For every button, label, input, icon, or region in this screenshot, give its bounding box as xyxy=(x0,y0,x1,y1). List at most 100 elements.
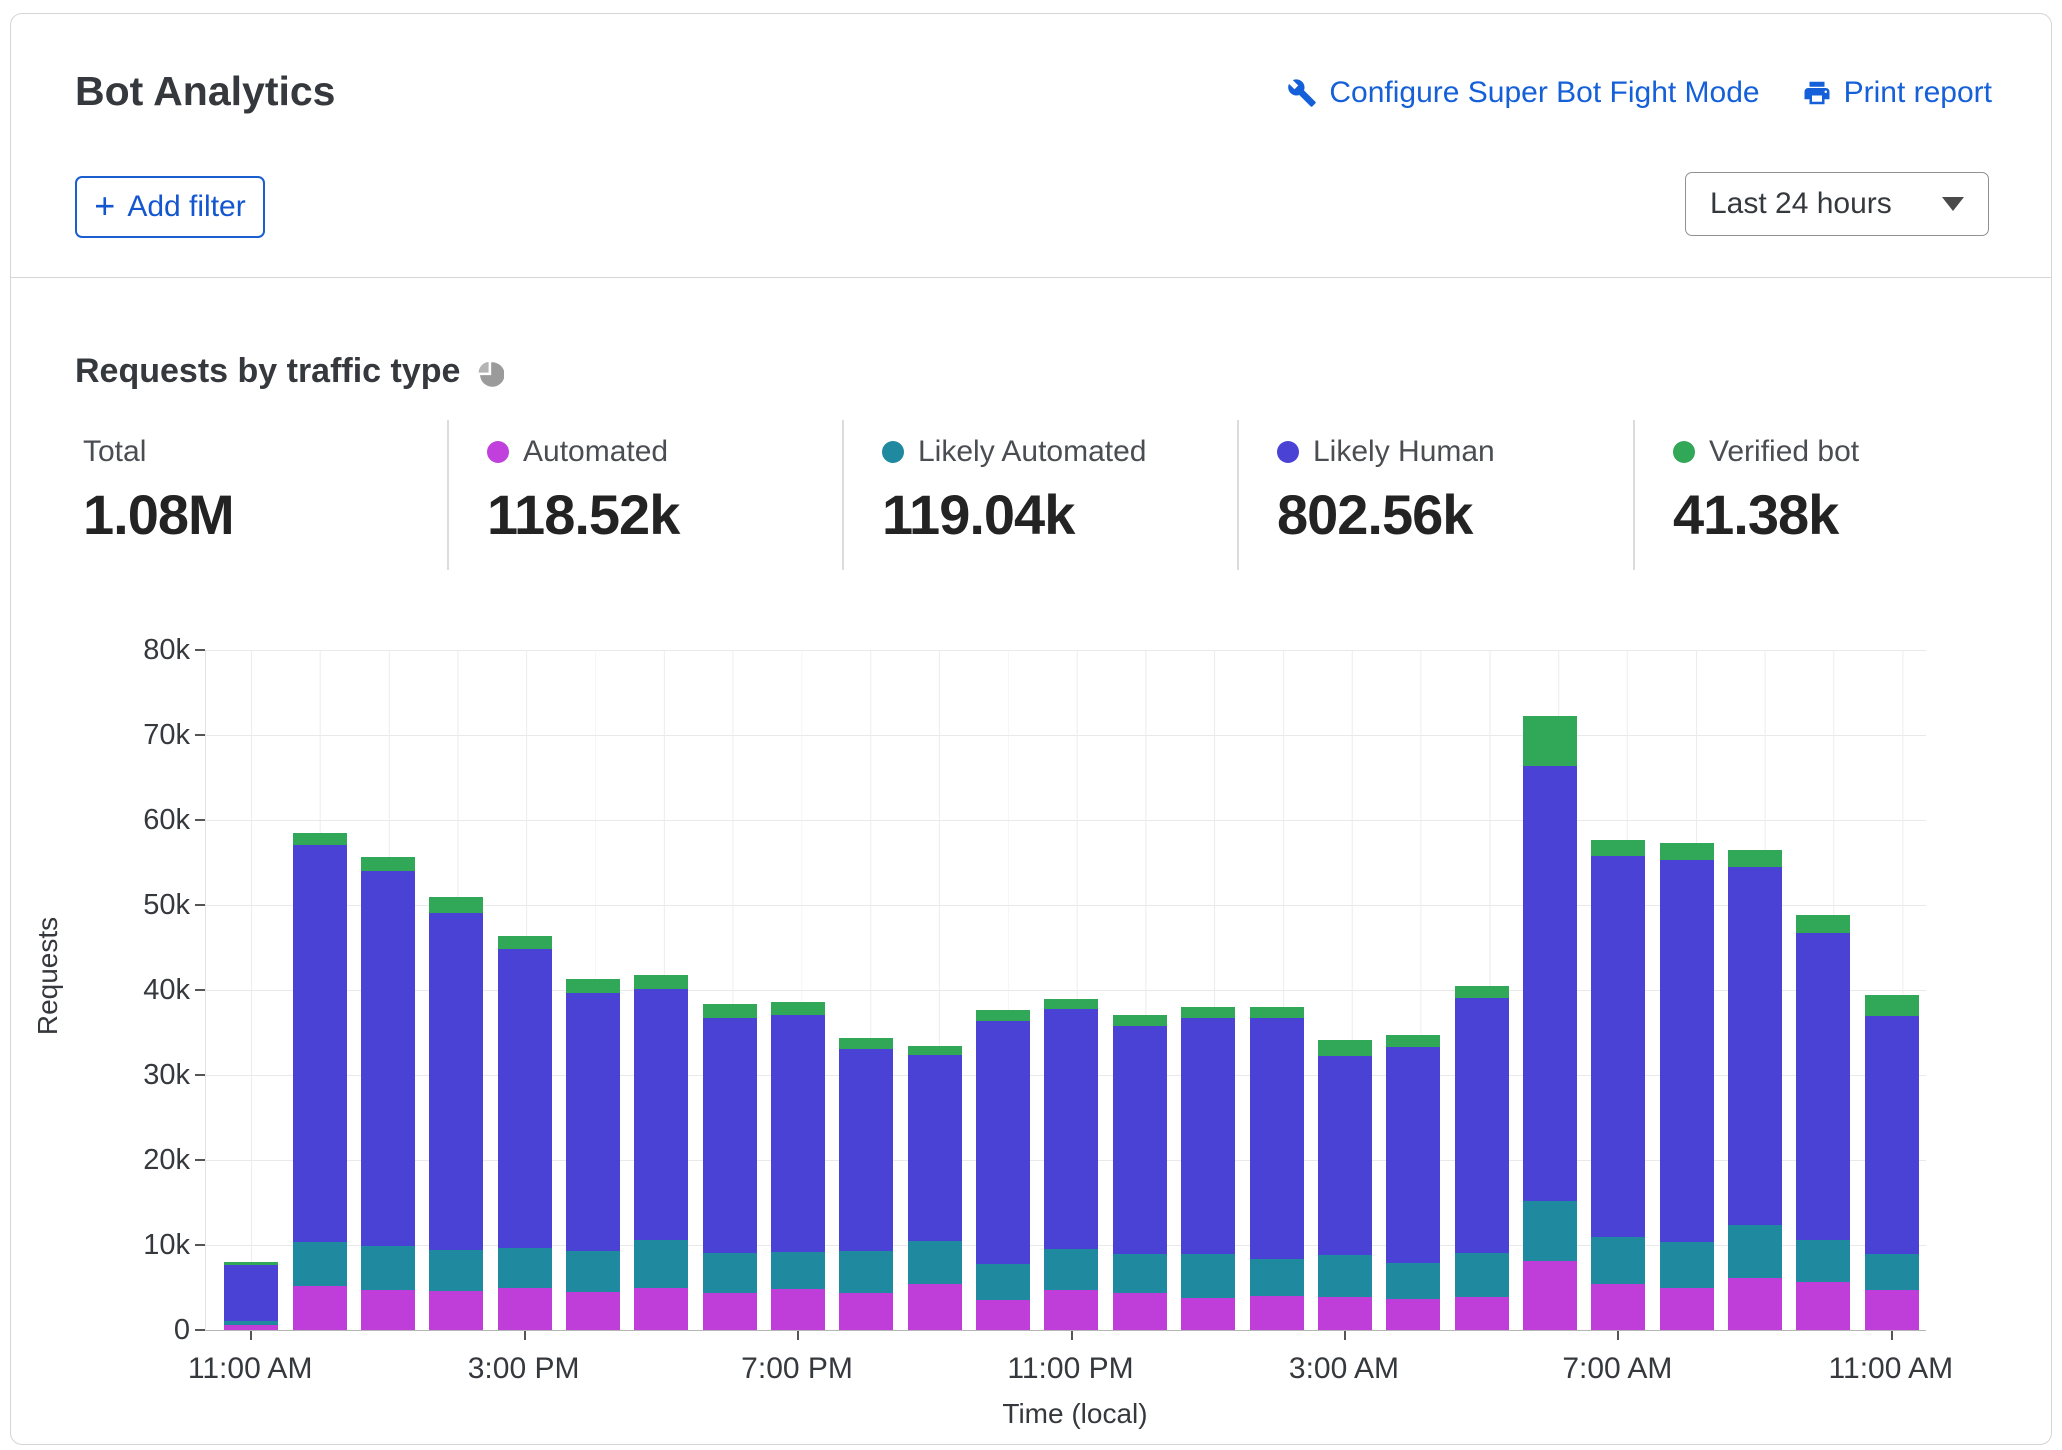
requests-chart-plot xyxy=(205,650,1926,1331)
bot-analytics-page: Bot Analytics Configure Super Bot Fight … xyxy=(0,0,2062,1450)
stacked-bar-900pm-10[interactable] xyxy=(908,1046,962,1330)
segment-verified-bot xyxy=(1523,716,1577,765)
y-tick-mark xyxy=(195,819,205,821)
segment-automated xyxy=(1044,1290,1098,1330)
stat-likely-human: Likely Human 802.56k xyxy=(1237,420,1633,570)
stacked-bar-1100am-0[interactable] xyxy=(224,1262,278,1330)
stacked-bar-600am-19[interactable] xyxy=(1523,716,1577,1330)
bar-slot xyxy=(1037,650,1105,1330)
segment-automated xyxy=(1865,1290,1919,1330)
x-tick-label: 3:00 AM xyxy=(1244,1352,1444,1386)
stacked-bar-1000pm-11[interactable] xyxy=(976,1010,1030,1330)
segment-likely-automated xyxy=(293,1242,347,1286)
segment-verified-bot xyxy=(976,1010,1030,1020)
segment-automated xyxy=(1250,1296,1304,1330)
y-tick-label: 70k xyxy=(100,719,190,752)
bar-slot xyxy=(285,650,353,1330)
bar-slot xyxy=(1447,650,1515,1330)
stat-automated-value: 118.52k xyxy=(487,482,842,547)
y-tick-label: 50k xyxy=(100,889,190,922)
stat-likely-automated-label: Likely Automated xyxy=(918,435,1146,469)
segment-likely-automated xyxy=(1250,1259,1304,1296)
section-heading-label: Requests by traffic type xyxy=(75,352,460,391)
x-tick-label: 11:00 AM xyxy=(150,1352,350,1386)
stacked-bar-1200pm-1[interactable] xyxy=(293,833,347,1330)
segment-likely-automated xyxy=(361,1246,415,1290)
segment-verified-bot xyxy=(1250,1007,1304,1018)
print-report-link[interactable]: Print report xyxy=(1802,76,1992,110)
y-tick-mark xyxy=(195,734,205,736)
segment-likely-human xyxy=(1660,860,1714,1242)
bar-slot xyxy=(969,650,1037,1330)
add-filter-button[interactable]: + Add filter xyxy=(75,176,265,238)
time-range-dropdown[interactable]: Last 24 hours xyxy=(1685,172,1989,236)
stacked-bar-100pm-2[interactable] xyxy=(361,857,415,1330)
stacked-bar-800pm-9[interactable] xyxy=(839,1038,893,1330)
bar-slot xyxy=(1106,650,1174,1330)
bar-slot xyxy=(901,650,969,1330)
segment-verified-bot xyxy=(1386,1035,1440,1047)
bar-slot xyxy=(1379,650,1447,1330)
stacked-bar-200pm-3[interactable] xyxy=(429,897,483,1330)
stat-automated-label: Automated xyxy=(523,435,668,469)
stacked-bar-1200am-13[interactable] xyxy=(1113,1015,1167,1330)
segment-likely-human xyxy=(1113,1026,1167,1254)
configure-super-bot-fight-mode-link[interactable]: Configure Super Bot Fight Mode xyxy=(1287,76,1759,110)
segment-automated xyxy=(1728,1278,1782,1330)
x-tick-mark xyxy=(1344,1331,1346,1340)
segment-verified-bot xyxy=(293,833,347,845)
segment-verified-bot xyxy=(498,936,552,950)
stat-likely-human-value: 802.56k xyxy=(1277,482,1633,547)
stacked-bar-500pm-6[interactable] xyxy=(634,975,688,1330)
segment-automated xyxy=(1796,1282,1850,1330)
stat-verified-bot-label: Verified bot xyxy=(1709,435,1859,469)
stacked-bar-300pm-4[interactable] xyxy=(498,936,552,1330)
bar-slot xyxy=(1858,650,1926,1330)
stacked-bar-1000am-23[interactable] xyxy=(1796,915,1850,1330)
stacked-bar-600pm-7[interactable] xyxy=(703,1004,757,1330)
stacked-bar-300am-16[interactable] xyxy=(1318,1040,1372,1330)
segment-likely-automated xyxy=(1523,1201,1577,1261)
segment-likely-human xyxy=(1455,998,1509,1253)
segment-verified-bot xyxy=(1044,999,1098,1008)
segment-automated xyxy=(1591,1284,1645,1330)
segment-likely-automated xyxy=(1386,1263,1440,1299)
stacked-bar-700am-20[interactable] xyxy=(1591,840,1645,1330)
stacked-bar-500am-18[interactable] xyxy=(1455,986,1509,1330)
stacked-bar-1100pm-12[interactable] xyxy=(1044,999,1098,1330)
segment-verified-bot xyxy=(429,897,483,913)
stacked-bar-1100am-24[interactable] xyxy=(1865,995,1919,1330)
segment-likely-human xyxy=(1865,1016,1919,1254)
x-tick-label: 7:00 AM xyxy=(1517,1352,1717,1386)
header-links: Configure Super Bot Fight Mode Print rep… xyxy=(1287,76,1992,110)
y-tick-mark xyxy=(195,989,205,991)
y-tick-label: 80k xyxy=(100,634,190,667)
stacked-bar-100am-14[interactable] xyxy=(1181,1007,1235,1330)
x-tick-label: 11:00 PM xyxy=(971,1352,1171,1386)
segment-likely-automated xyxy=(976,1264,1030,1301)
y-tick-mark xyxy=(195,649,205,651)
bar-slot xyxy=(1242,650,1310,1330)
segment-likely-human xyxy=(976,1021,1030,1264)
segment-verified-bot xyxy=(839,1038,893,1048)
section-heading: Requests by traffic type xyxy=(75,352,504,391)
y-axis-title: Requests xyxy=(32,866,64,1086)
segment-likely-automated xyxy=(1865,1254,1919,1290)
segment-likely-human xyxy=(429,913,483,1250)
segment-likely-automated xyxy=(1796,1240,1850,1283)
stacked-bar-800am-21[interactable] xyxy=(1660,843,1714,1330)
segment-likely-human xyxy=(293,845,347,1242)
segment-automated xyxy=(498,1288,552,1330)
segment-likely-automated xyxy=(566,1251,620,1292)
bar-slot xyxy=(832,650,900,1330)
segment-automated xyxy=(634,1288,688,1330)
stacked-bar-400am-17[interactable] xyxy=(1386,1035,1440,1330)
segment-verified-bot xyxy=(361,857,415,871)
y-tick-mark xyxy=(195,904,205,906)
stacked-bar-200am-15[interactable] xyxy=(1250,1007,1304,1330)
stacked-bar-400pm-5[interactable] xyxy=(566,979,620,1330)
stacked-bar-900am-22[interactable] xyxy=(1728,850,1782,1330)
y-tick-label: 40k xyxy=(100,974,190,1007)
stacked-bar-700pm-8[interactable] xyxy=(771,1002,825,1330)
stat-likely-human-label: Likely Human xyxy=(1313,435,1495,469)
